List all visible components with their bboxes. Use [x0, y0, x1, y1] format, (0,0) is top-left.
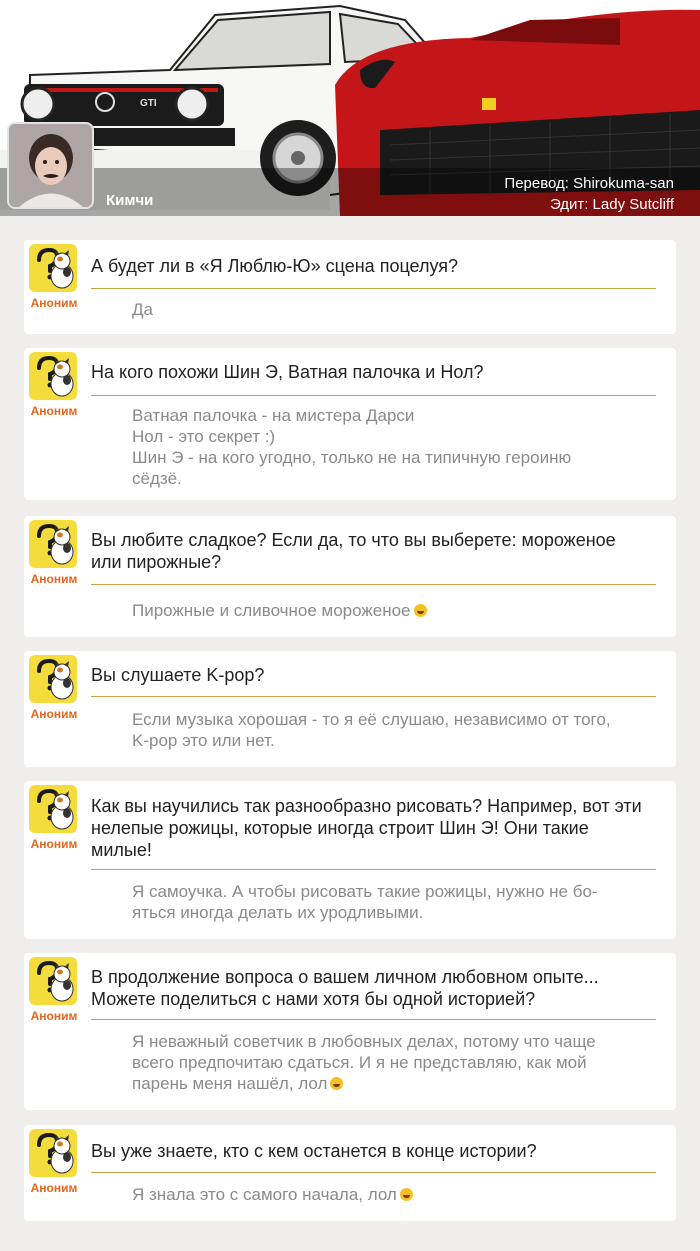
asker-name: Аноним: [30, 837, 78, 851]
asker-name: Аноним: [30, 296, 78, 310]
answer-text: Я самоучка. А чтобы рисовать такие рожиц…: [132, 881, 646, 923]
qa-card: Аноним В продолжение вопроса о вашем лич…: [24, 953, 676, 1110]
separator: [91, 696, 656, 697]
answer-text: Да: [132, 300, 153, 319]
answer-text: Пирожные и сливочное мороженое: [132, 600, 646, 621]
question-line: милые!: [91, 840, 152, 860]
answer-text: Я знала это с самого начала, лол: [132, 1184, 646, 1205]
question-line: или пирожные?: [91, 552, 222, 572]
cat-avatar-icon: [29, 244, 77, 292]
qa-card: Аноним Вы уже знаете, кто с кем останетс…: [24, 1125, 676, 1221]
asker-name: Аноним: [30, 1181, 78, 1195]
answer-text: Ватная палочка - на мистера Дарси Нол - …: [132, 405, 646, 489]
question-text: На кого похожи Шин Э, Ватная палочка и Н…: [91, 362, 484, 382]
answer-line: сёдзё.: [132, 469, 182, 488]
answer-line: всего предпочитаю сдаться. И я не предст…: [132, 1053, 587, 1072]
question-text: В продолжение вопроса о вашем личном люб…: [91, 966, 658, 1010]
cat-avatar-icon: [29, 655, 77, 703]
question-line: Можете поделиться с нами хотя бы одной и…: [91, 989, 536, 1009]
cat-avatar-icon: [29, 785, 77, 833]
answer-line: Я неважный советчик в любовных делах, по…: [132, 1032, 596, 1051]
answer-line: Я знала это с самого начала, лол: [132, 1185, 397, 1204]
question-text: Вы любите сладкое? Если да, то что вы вы…: [91, 529, 658, 573]
author-avatar: [7, 122, 94, 209]
question-line: Вы любите сладкое? Если да, то что вы вы…: [91, 530, 616, 550]
answer-line: яться иногда делать их уродливыми.: [132, 903, 424, 922]
separator: [91, 288, 656, 289]
answer-line: Если музыка хорошая - то я её слушаю, не…: [132, 710, 611, 729]
answer-line: Я самоучка. А чтобы рисовать такие рожиц…: [132, 882, 598, 901]
qa-card: Аноним На кого похожи Шин Э, Ватная пало…: [24, 348, 676, 500]
qa-card: Аноним А будет ли в «Я Люблю-Ю» сцена по…: [24, 240, 676, 334]
svg-text:GTI: GTI: [140, 98, 157, 109]
asker-name: Аноним: [30, 707, 78, 721]
separator: [91, 869, 656, 870]
laughing-emoji-icon: [330, 1077, 344, 1090]
question-line: Как вы научились так разнообразно рисова…: [91, 796, 642, 816]
separator: [91, 1019, 656, 1020]
qa-page: GTI Кимчи Перевод: Shirokuma-san Эдит: L…: [0, 0, 700, 1251]
answer-text: Если музыка хорошая - то я её слушаю, не…: [132, 709, 646, 751]
qa-card: Аноним Вы любите сладкое? Если да, то чт…: [24, 516, 676, 637]
separator: [91, 1172, 656, 1173]
laughing-emoji-icon: [413, 604, 427, 617]
asker-name: Аноним: [30, 1009, 78, 1023]
answer-line: парень меня нашёл, лол: [132, 1074, 328, 1093]
translator-credit: Перевод: Shirokuma-san: [504, 175, 674, 192]
cat-avatar-icon: [29, 352, 77, 400]
author-photo-icon: [9, 124, 92, 207]
question-text: А будет ли в «Я Люблю-Ю» сцена поцелуя?: [91, 256, 459, 276]
asker-name: Аноним: [30, 404, 78, 418]
question-text: Вы уже знаете, кто с кем останется в кон…: [91, 1141, 537, 1161]
answer-line: Нол - это секрет :): [132, 427, 276, 446]
author-name: Кимчи: [106, 192, 154, 209]
cat-avatar-icon: [29, 957, 77, 1005]
answer-text: Я неважный советчик в любовных делах, по…: [132, 1031, 646, 1094]
header-banner: GTI Кимчи Перевод: Shirokuma-san Эдит: L…: [0, 0, 700, 216]
cat-avatar-icon: [29, 1129, 77, 1177]
separator: [91, 584, 656, 585]
question-line: В продолжение вопроса о вашем личном люб…: [91, 967, 599, 987]
qa-card: Аноним Вы слушаете K-pop? Если музыка хо…: [24, 651, 676, 767]
separator: [91, 395, 656, 396]
asker-name: Аноним: [30, 572, 78, 586]
laughing-emoji-icon: [399, 1188, 413, 1201]
cat-avatar-icon: [29, 520, 77, 568]
answer-line: Ватная палочка - на мистера Дарси: [132, 406, 415, 425]
answer-line: K-pop это или нет.: [132, 731, 275, 750]
credits: Перевод: Shirokuma-san Эдит: Lady Sutcli…: [504, 173, 674, 215]
answer-line: Шин Э - на кого угодно, только не на тип…: [132, 448, 572, 467]
question-text: Как вы научились так разнообразно рисова…: [91, 795, 658, 861]
answer-line: Пирожные и сливочное мороженое: [132, 601, 411, 620]
editor-credit: Эдит: Lady Sutcliff: [549, 196, 674, 213]
question-line: нелепые рожицы, которые иногда строит Ши…: [91, 818, 589, 838]
question-text: Вы слушаете K-pop?: [91, 665, 265, 685]
qa-card: Аноним Как вы научились так разнообразно…: [24, 781, 676, 939]
